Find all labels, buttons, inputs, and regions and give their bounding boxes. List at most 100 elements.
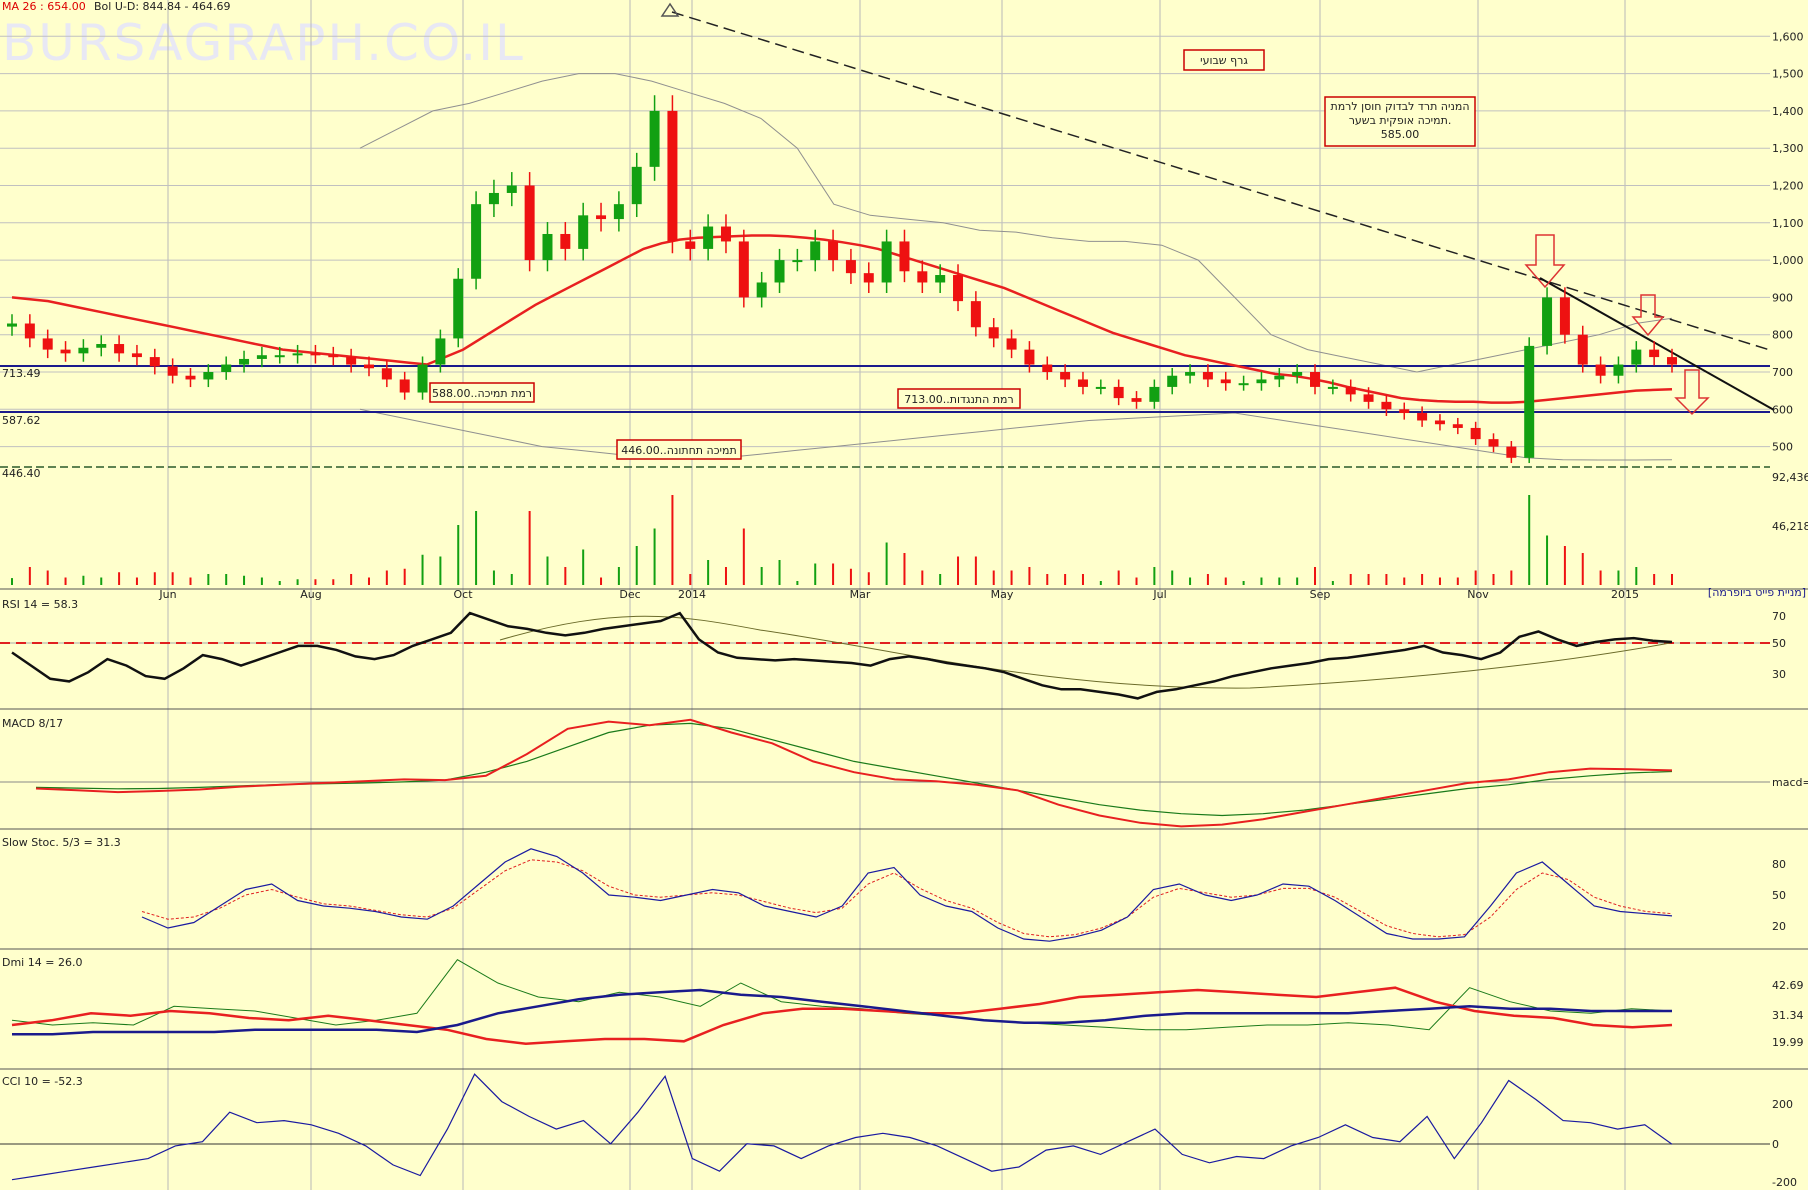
candle-body	[1345, 386, 1356, 395]
candle-body	[292, 353, 303, 356]
dmi-tick-low: 19.99	[1772, 1036, 1804, 1049]
volume-bar	[118, 572, 121, 585]
candle-body	[560, 233, 571, 249]
volume-bar	[457, 525, 460, 585]
volume-bar	[403, 568, 406, 585]
candle-body	[953, 275, 964, 302]
volume-bar	[1528, 495, 1531, 585]
price-tick: 700	[1772, 366, 1793, 379]
candle-body	[1381, 401, 1392, 410]
candle-body	[203, 372, 214, 380]
volume-bar	[510, 574, 513, 585]
price-tick: 1,400	[1772, 105, 1804, 118]
month-label: Sep	[1310, 588, 1331, 601]
candle-body	[417, 364, 428, 393]
volume-bar	[243, 575, 246, 585]
volume-bar	[1653, 574, 1656, 585]
volume-bar	[82, 575, 85, 585]
volume-bar	[1189, 577, 1192, 585]
candle-body	[935, 275, 946, 283]
volume-bar	[475, 511, 478, 585]
stoch-tick-80: 80	[1772, 858, 1786, 871]
volume-bar	[689, 574, 692, 585]
volume-bar	[64, 577, 67, 585]
candle-body	[1060, 372, 1071, 380]
candle-body	[578, 215, 589, 249]
chart-root: BURSAGRAPH.CO.IL 713.49 587.62 446.40 גר…	[0, 0, 1808, 1190]
volume-bar	[421, 554, 424, 585]
candle-body	[488, 192, 499, 205]
candle-body	[881, 241, 892, 283]
candle-body	[399, 379, 410, 393]
volume-bar	[796, 581, 799, 585]
volume-bar	[546, 556, 549, 585]
candle-body	[1256, 379, 1267, 384]
lower-support-label: תמיכה תחתונה..446.00	[621, 444, 736, 457]
ma-value-label: MA 26 : 654.00	[2, 0, 86, 13]
price-tick: 800	[1772, 329, 1793, 342]
candle-body	[1292, 372, 1303, 376]
candle-body	[149, 357, 160, 367]
volume-bar	[439, 556, 442, 585]
price-tick: 1,000	[1772, 254, 1804, 267]
volume-bar	[582, 549, 585, 585]
volume-bar	[28, 567, 31, 585]
dmi-tick-mid: 31.34	[1772, 1009, 1804, 1022]
volume-bar	[600, 577, 603, 585]
candle-body	[1363, 394, 1374, 402]
stoch-label: Slow Stoc. 5/3 = 31.3	[2, 836, 121, 849]
candle-body	[631, 166, 642, 205]
volume-bar	[974, 556, 977, 585]
candle-body	[1595, 364, 1606, 376]
volume-bar	[671, 495, 674, 585]
volume-bar	[1171, 570, 1174, 585]
volume-bar	[778, 560, 781, 585]
volume-bar	[939, 574, 942, 585]
candle-body	[1667, 357, 1677, 365]
candle-body	[1113, 386, 1124, 399]
candle-body	[60, 349, 71, 354]
price-tick: 1,600	[1772, 30, 1804, 43]
volume-bar	[1028, 567, 1031, 585]
volume-bar	[385, 570, 388, 585]
candle-body	[381, 368, 392, 380]
volume-bar	[1296, 577, 1299, 585]
resistance-label: רמת התנגדות..713.00	[904, 393, 1013, 406]
candle-body	[899, 241, 910, 272]
candle-body	[667, 110, 678, 242]
volume-bar	[1153, 567, 1156, 585]
candle-body	[363, 364, 374, 369]
candle-body	[221, 364, 232, 372]
candle-body	[506, 185, 517, 193]
candle-body	[131, 353, 142, 358]
candle-body	[1042, 364, 1053, 372]
volume-bar	[189, 577, 192, 585]
volume-bar	[1474, 570, 1477, 585]
candle-body	[863, 273, 874, 283]
candle-body	[988, 327, 999, 339]
candle-body	[720, 226, 731, 242]
volume-bar	[1367, 574, 1370, 585]
candle-body	[185, 375, 196, 380]
volume-bar	[171, 572, 174, 585]
candle-body	[685, 241, 696, 249]
volume-bar	[1224, 577, 1227, 585]
volume-bar	[1671, 574, 1673, 585]
stoch-tick-50: 50	[1772, 889, 1786, 902]
candle-body	[24, 323, 35, 339]
candle-body	[346, 357, 357, 365]
volume-bar	[153, 572, 156, 585]
volume-bar	[742, 528, 745, 585]
volume-bar	[724, 567, 727, 585]
candle-body	[1006, 338, 1017, 350]
cci-tick-0: 0	[1772, 1138, 1779, 1151]
candle-body	[1434, 420, 1445, 425]
volume-bar	[278, 581, 281, 585]
volume-bar	[1563, 546, 1566, 585]
month-label: Dec	[619, 588, 640, 601]
volume-bar	[100, 577, 103, 585]
candle-body	[613, 204, 624, 220]
support-label: רמת תמיכה..588.00	[432, 387, 532, 400]
volume-bar	[1278, 577, 1281, 585]
candle-body	[596, 215, 607, 220]
